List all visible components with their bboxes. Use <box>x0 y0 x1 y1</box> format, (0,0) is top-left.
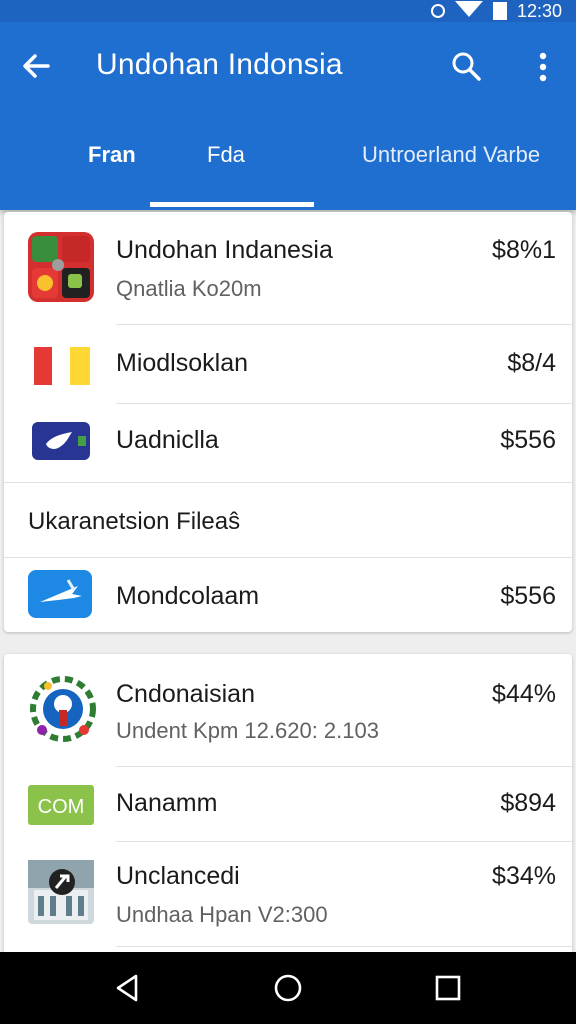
com-logo-icon: COM <box>28 785 94 825</box>
circle-icon <box>430 4 445 18</box>
blue-bird-app-icon <box>32 422 90 460</box>
item-subtitle: Undent Kpm 12.620: 2.103 <box>116 718 379 743</box>
card-list-1: Undohan Indanesia Qnatlia Ko20m $8%1 Mio… <box>4 212 572 632</box>
item-name: Mondcolaam <box>116 582 260 610</box>
app-bar: Undohan Indonsia <box>0 22 576 110</box>
wifi-icon <box>454 1 483 17</box>
item-name: Nanamm <box>116 789 218 817</box>
list-item[interactable]: Mondcolaam $556 <box>4 558 572 632</box>
item-price: $556 <box>500 582 556 610</box>
status-time: 12:30 <box>516 0 562 21</box>
colorful-grid-app-icon <box>28 232 94 302</box>
list-item[interactable]: Miodlsoklan $8/4 <box>4 325 572 403</box>
item-name: Miodlsoklan <box>116 349 249 377</box>
status-icons: 12:30 <box>430 0 562 22</box>
home-circle-icon <box>274 974 302 1002</box>
list-item[interactable]: Uadniclla $556 <box>4 404 572 482</box>
item-name: Cndonaisian <box>116 680 255 708</box>
card-list-2: Cndonaisian Undent Kpm 12.620: 2.103 $44… <box>4 654 572 974</box>
page-title: Undohan Indonsia <box>96 48 343 81</box>
item-price: $894 <box>500 789 556 817</box>
red-yellow-flag-icon <box>34 347 90 385</box>
divider <box>116 946 572 947</box>
list-item[interactable]: COM Nanamm $894 <box>4 767 572 841</box>
list-item[interactable]: Unclancedi Undhaa Hpan V2:300 $34% <box>4 842 572 946</box>
more-vert-icon <box>539 52 547 82</box>
recents-square-icon <box>435 975 461 1001</box>
nav-recents-button[interactable] <box>432 972 464 1004</box>
tab-indicator <box>150 202 314 207</box>
item-price: $556 <box>500 426 556 454</box>
back-button[interactable] <box>18 48 54 84</box>
status-bar: 12:30 <box>0 0 576 22</box>
search-icon <box>452 52 481 81</box>
tab-untroerland-varbe[interactable]: Untroerland Varbe <box>362 142 540 168</box>
item-price: $8/4 <box>507 349 556 377</box>
section-header: Ukaranetsion Fileaŝ <box>28 508 241 535</box>
building-photo-icon <box>28 860 94 924</box>
item-subtitle: Undhaa Hpan V2:300 <box>116 902 328 927</box>
item-name: Unclancedi <box>116 862 240 890</box>
item-subtitle: Qnatlia Ko20m <box>116 276 262 301</box>
divider <box>4 482 572 483</box>
list-item[interactable]: Undohan Indanesia Qnatlia Ko20m $8%1 <box>4 212 572 324</box>
item-name: Undohan Indanesia <box>116 236 333 264</box>
system-nav-bar <box>0 952 576 1024</box>
back-triangle-icon <box>116 974 138 1002</box>
tab-fran[interactable]: Fran <box>88 142 136 168</box>
search-button[interactable] <box>448 48 486 86</box>
item-price: $34% <box>492 862 556 890</box>
nav-home-button[interactable] <box>272 972 304 1004</box>
com-logo-text: COM <box>38 796 85 818</box>
item-price: $8%1 <box>492 236 556 264</box>
nav-back-button[interactable] <box>112 972 144 1004</box>
airplane-app-icon <box>28 570 92 618</box>
tab-fda[interactable]: Fda <box>207 142 245 168</box>
list-item[interactable]: Cndonaisian Undent Kpm 12.620: 2.103 $44… <box>4 654 572 766</box>
emblem-icon <box>28 672 98 746</box>
more-options-button[interactable] <box>528 48 558 86</box>
tab-bar: Fran Fda Untroerland Varbe <box>0 110 576 210</box>
battery-icon <box>492 2 507 20</box>
item-price: $44% <box>492 680 556 708</box>
back-arrow-icon <box>23 54 50 78</box>
item-name: Uadniclla <box>116 426 219 454</box>
